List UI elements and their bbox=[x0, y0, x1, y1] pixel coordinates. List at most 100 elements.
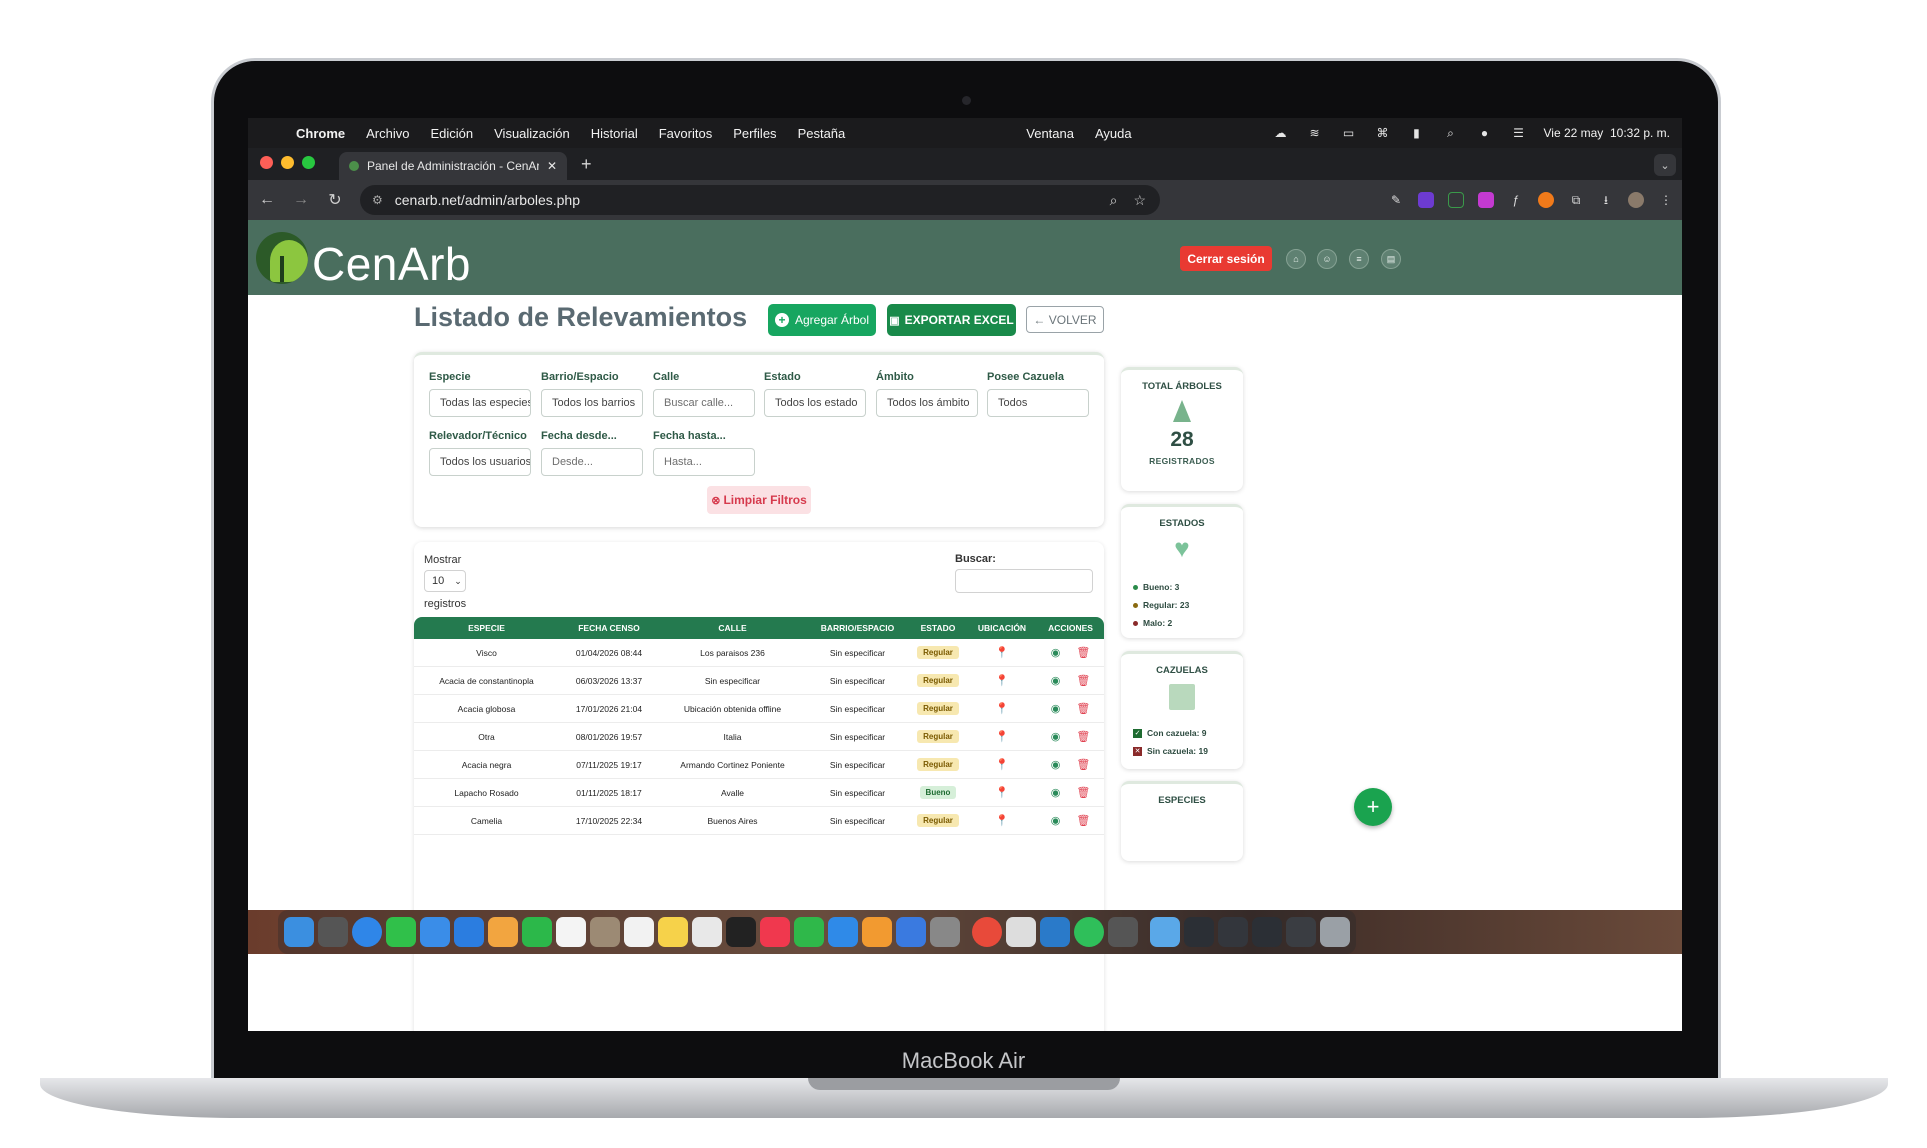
filter-barrio-select[interactable]: Todos los barrios bbox=[541, 389, 643, 417]
facetime-icon[interactable] bbox=[522, 917, 552, 947]
window-thumb-icon[interactable] bbox=[1218, 917, 1248, 947]
browser-menu-icon[interactable]: ⋮ bbox=[1658, 192, 1674, 208]
control-center-icon[interactable]: ☰ bbox=[1509, 126, 1527, 140]
back-button[interactable]: ← VOLVER bbox=[1026, 306, 1104, 333]
filter-especie-select[interactable]: Todas las especies bbox=[429, 389, 531, 417]
col-acciones[interactable]: ACCIONES bbox=[1037, 617, 1104, 639]
menu-archivo[interactable]: Archivo bbox=[366, 126, 409, 141]
add-tree-button[interactable]: + Agregar Árbol bbox=[768, 304, 876, 336]
tv-icon[interactable] bbox=[726, 917, 756, 947]
battery-icon[interactable]: ▮ bbox=[1407, 126, 1425, 140]
export-excel-button[interactable]: ▣ EXPORTAR EXCEL bbox=[887, 304, 1016, 336]
siri-icon[interactable]: ● bbox=[1475, 126, 1493, 140]
trash-icon[interactable] bbox=[1320, 917, 1350, 947]
filter-desde-input[interactable]: Desde... bbox=[541, 448, 643, 476]
safari-icon[interactable] bbox=[352, 917, 382, 947]
delete-trash-icon[interactable]: 🗑 bbox=[1076, 646, 1090, 659]
window-thumb-icon[interactable] bbox=[1286, 917, 1316, 947]
clock[interactable]: Vie 22 may 10:32 p. m. bbox=[1543, 126, 1670, 140]
window-thumb-icon[interactable] bbox=[1252, 917, 1282, 947]
view-eye-icon[interactable]: ◉ bbox=[1051, 702, 1061, 715]
notes-icon[interactable] bbox=[658, 917, 688, 947]
menu-historial[interactable]: Historial bbox=[591, 126, 638, 141]
music-icon[interactable] bbox=[760, 917, 790, 947]
col-ubicacion[interactable]: UBICACIÓN bbox=[967, 617, 1037, 639]
calendar-icon[interactable] bbox=[556, 917, 586, 947]
map-pin-icon[interactable]: 📍 bbox=[995, 702, 1009, 715]
view-eye-icon[interactable]: ◉ bbox=[1051, 646, 1061, 659]
map-pin-icon[interactable]: 📍 bbox=[995, 646, 1009, 659]
menu-visualizacion[interactable]: Visualización bbox=[494, 126, 570, 141]
filter-calle-input[interactable]: Buscar calle... bbox=[653, 389, 755, 417]
new-tab-button[interactable]: + bbox=[581, 154, 592, 175]
logout-button[interactable]: Cerrar sesión bbox=[1180, 246, 1272, 271]
page-size-select[interactable]: 10 ⌄ bbox=[424, 570, 466, 592]
map-pin-icon[interactable]: 📍 bbox=[995, 674, 1009, 687]
delete-trash-icon[interactable]: 🗑 bbox=[1076, 674, 1090, 687]
whatsapp-icon[interactable] bbox=[1074, 917, 1104, 947]
close-window-button[interactable] bbox=[260, 156, 273, 169]
map-pin-icon[interactable]: 📍 bbox=[995, 758, 1009, 771]
wifi-icon[interactable]: ≋ bbox=[1305, 126, 1323, 140]
logo-text[interactable]: CenArb bbox=[312, 238, 471, 290]
back-arrow-icon[interactable]: ← bbox=[252, 191, 282, 209]
numbers-icon[interactable] bbox=[794, 917, 824, 947]
home-icon[interactable]: ⌂ bbox=[1286, 249, 1306, 269]
contacts-icon[interactable] bbox=[590, 917, 620, 947]
delete-trash-icon[interactable]: 🗑 bbox=[1076, 814, 1090, 827]
command-icon[interactable]: ⌘ bbox=[1373, 126, 1391, 140]
menu-pestana[interactable]: Pestaña bbox=[798, 126, 846, 141]
menu-favoritos[interactable]: Favoritos bbox=[659, 126, 712, 141]
profile-avatar[interactable] bbox=[1628, 192, 1644, 208]
menu-ayuda[interactable]: Ayuda bbox=[1095, 126, 1132, 141]
display-icon[interactable]: ▭ bbox=[1339, 126, 1357, 140]
col-especie[interactable]: ESPECIE bbox=[414, 617, 559, 639]
settings-icon[interactable] bbox=[930, 917, 960, 947]
delete-trash-icon[interactable]: 🗑 bbox=[1076, 730, 1090, 743]
search-input[interactable] bbox=[955, 569, 1093, 593]
menu-perfiles[interactable]: Perfiles bbox=[733, 126, 776, 141]
view-eye-icon[interactable]: ◉ bbox=[1051, 730, 1061, 743]
vscode-icon[interactable] bbox=[1040, 917, 1070, 947]
pages-icon[interactable] bbox=[862, 917, 892, 947]
speaker-icon[interactable] bbox=[1108, 917, 1138, 947]
pen-extension-icon[interactable]: ✎ bbox=[1388, 192, 1404, 208]
tab-search-icon[interactable]: ⌄ bbox=[1654, 154, 1676, 176]
view-eye-icon[interactable]: ◉ bbox=[1051, 758, 1061, 771]
puzzle-extensions-icon[interactable]: ⧉ bbox=[1568, 192, 1584, 208]
document-icon[interactable]: ▤ bbox=[1381, 249, 1401, 269]
map-pin-icon[interactable]: 📍 bbox=[995, 786, 1009, 799]
finder-icon[interactable] bbox=[284, 917, 314, 947]
list-icon[interactable]: ≡ bbox=[1349, 249, 1369, 269]
green-extension-icon[interactable] bbox=[1448, 192, 1464, 208]
floating-add-button[interactable]: + bbox=[1354, 788, 1392, 826]
view-eye-icon[interactable]: ◉ bbox=[1051, 674, 1061, 687]
delete-trash-icon[interactable]: 🗑 bbox=[1076, 702, 1090, 715]
delete-trash-icon[interactable]: 🗑 bbox=[1076, 786, 1090, 799]
browser-tab[interactable]: Panel de Administración - CenArb ✕ bbox=[339, 152, 567, 180]
clear-filters-button[interactable]: ⊗ Limpiar Filtros bbox=[707, 486, 811, 514]
menu-app[interactable]: Chrome bbox=[296, 126, 345, 141]
filter-ambito-select[interactable]: Todos los ámbito bbox=[876, 389, 978, 417]
col-barrio[interactable]: BARRIO/ESPACIO bbox=[806, 617, 909, 639]
download-icon[interactable]: ⭳ bbox=[1598, 192, 1614, 208]
tableplus-icon[interactable] bbox=[1006, 917, 1036, 947]
messages-icon[interactable] bbox=[386, 917, 416, 947]
reload-icon[interactable]: ↻ bbox=[320, 190, 350, 210]
function-extension-icon[interactable]: ƒ bbox=[1508, 192, 1524, 208]
mail-icon[interactable] bbox=[420, 917, 450, 947]
photos-icon[interactable] bbox=[488, 917, 518, 947]
appstore-icon[interactable] bbox=[454, 917, 484, 947]
minimize-window-button[interactable] bbox=[281, 156, 294, 169]
delete-trash-icon[interactable]: 🗑 bbox=[1076, 758, 1090, 771]
zoom-icon[interactable]: ⌕ bbox=[1110, 192, 1118, 209]
window-thumb-icon[interactable] bbox=[1184, 917, 1214, 947]
filter-estado-select[interactable]: Todos los estado bbox=[764, 389, 866, 417]
address-bar[interactable]: ⚙ cenarb.net/admin/arboles.php ⌕ ☆ bbox=[360, 185, 1160, 215]
spotlight-icon[interactable]: ⌕ bbox=[1441, 126, 1459, 140]
site-info-icon[interactable]: ⚙ bbox=[372, 193, 383, 207]
view-eye-icon[interactable]: ◉ bbox=[1051, 786, 1061, 799]
orange-extension-icon[interactable] bbox=[1538, 192, 1554, 208]
bookmark-star-icon[interactable]: ☆ bbox=[1133, 192, 1146, 209]
menu-ventana[interactable]: Ventana bbox=[1026, 126, 1074, 141]
